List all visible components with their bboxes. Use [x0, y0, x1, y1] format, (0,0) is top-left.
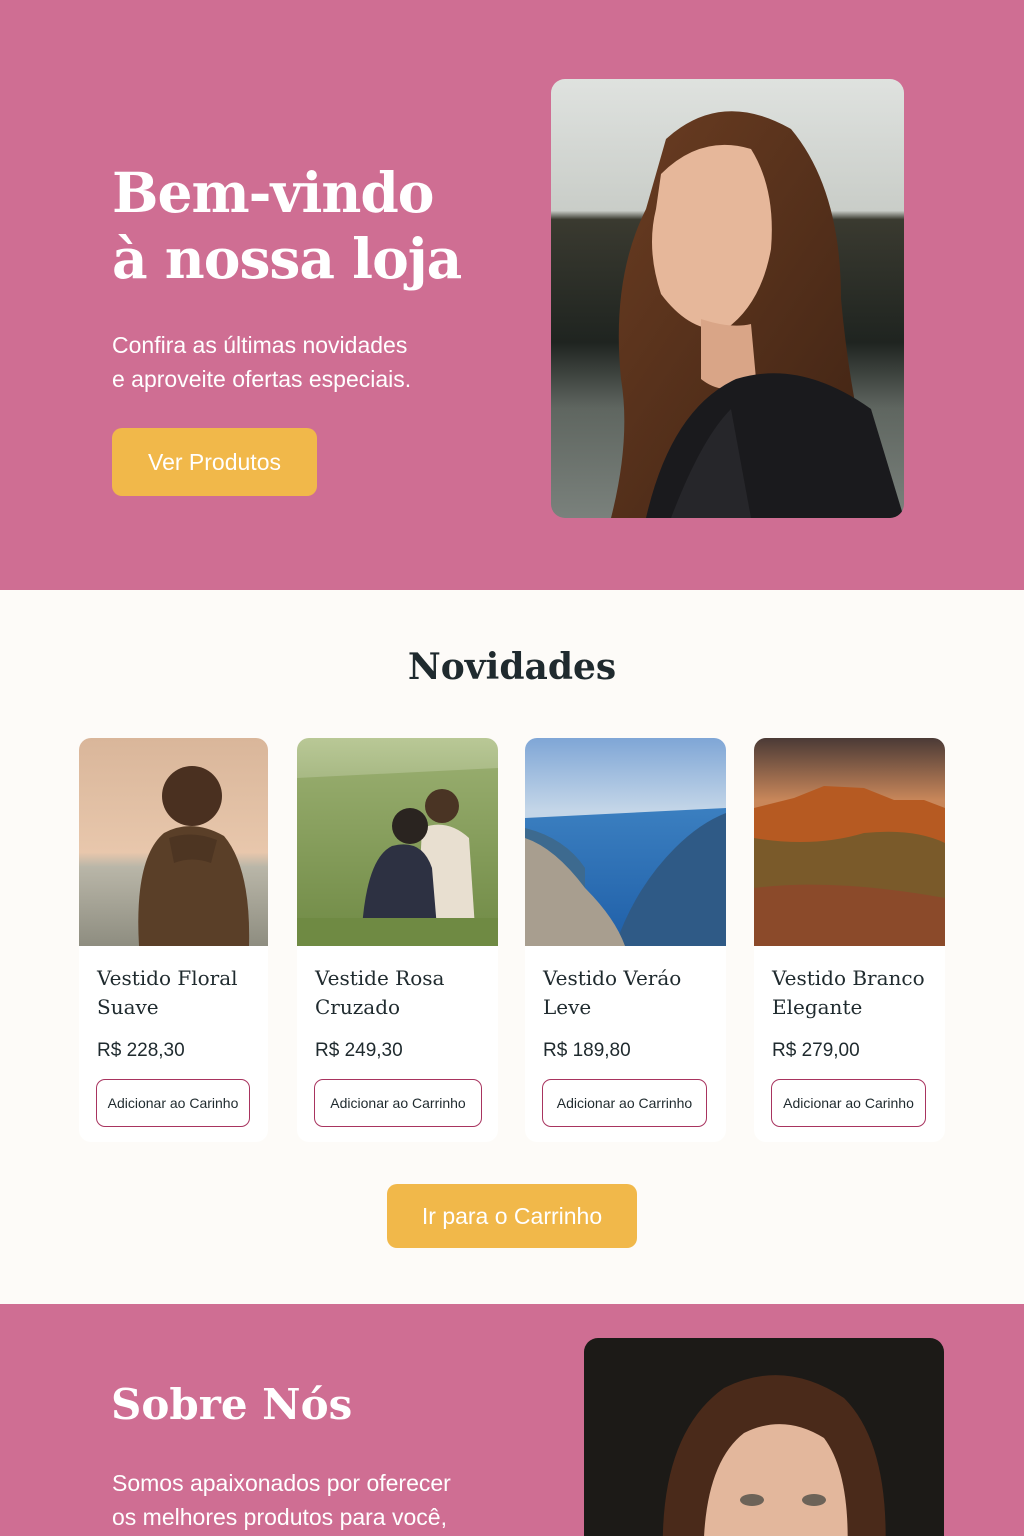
about-text-line1: Somos apaixonados por oferecer: [112, 1470, 451, 1496]
product-name-line2: Leve: [543, 995, 592, 1019]
hero-title: Bem-vindo à nossa loja: [112, 160, 512, 292]
product-name-line1: Vestido Veráo: [543, 966, 682, 990]
hero-title-line2: à nossa loja: [112, 226, 462, 291]
go-to-cart-button[interactable]: Ir para o Carrinho: [387, 1184, 637, 1248]
product-card: Vestido Veráo Leve R$ 189,80 Adicionar a…: [525, 738, 726, 1142]
news-section-title: Novidades: [407, 646, 617, 688]
product-name-line2: Suave: [97, 995, 159, 1019]
hero-section: Bem-vindo à nossa loja Confira as última…: [0, 0, 1024, 590]
hero-title-line1: Bem-vindo: [112, 160, 434, 225]
product-name: Vestido Veráo Leve: [543, 964, 713, 1022]
product-price: R$ 279,00: [772, 1040, 860, 1061]
about-text: Somos apaixonados por oferecer os melhor…: [112, 1466, 492, 1534]
product-image-woman-sea: [79, 738, 268, 946]
product-name: Vestide Rosa Cruzado: [315, 964, 485, 1022]
add-to-cart-button[interactable]: Adicionar ao Carrinho: [542, 1079, 707, 1127]
product-name-line2: Cruzado: [315, 995, 401, 1019]
add-to-cart-button[interactable]: Adicionar ao Carrinho: [314, 1079, 482, 1127]
product-price: R$ 249,30: [315, 1040, 403, 1061]
about-title: Sobre Nós: [111, 1380, 353, 1429]
product-card: Vestido Floral Suave R$ 228,30 Adicionar…: [79, 738, 268, 1142]
product-price: R$ 228,30: [97, 1040, 185, 1061]
product-name-line1: Vestide Rosa: [315, 966, 445, 990]
add-to-cart-button[interactable]: Adicionar ao Carinho: [96, 1079, 250, 1127]
product-image-fjord: [525, 738, 726, 946]
product-name-line2: Elegante: [772, 995, 863, 1019]
about-section: Sobre Nós Somos apaixonados por oferecer…: [0, 1304, 1024, 1536]
product-name-line1: Vestido Floral: [97, 966, 238, 990]
about-text-line2: os melhores produtos para você,: [112, 1504, 447, 1530]
hero-subtitle-line1: Confira as últimas novidades: [112, 332, 408, 358]
hero-woman-photo: [551, 79, 904, 518]
product-card: Vestido Branco Elegante R$ 279,00 Adicio…: [754, 738, 945, 1142]
product-name: Vestido Branco Elegante: [772, 964, 942, 1022]
hero-subtitle: Confira as últimas novidades e aproveite…: [112, 328, 472, 396]
product-price: R$ 189,80: [543, 1040, 631, 1061]
product-card: Vestide Rosa Cruzado R$ 249,30 Adicionar…: [297, 738, 498, 1142]
add-to-cart-button[interactable]: Adicionar ao Carinho: [771, 1079, 926, 1127]
about-woman-photo: [584, 1338, 944, 1536]
hero-subtitle-line2: e aproveite ofertas especiais.: [112, 366, 412, 392]
product-name-line1: Vestido Branco: [772, 966, 925, 990]
product-image-red-mesa: [754, 738, 945, 946]
view-products-button[interactable]: Ver Produtos: [112, 428, 317, 496]
product-name: Vestido Floral Suave: [97, 964, 267, 1022]
product-image-couple-field: [297, 738, 498, 946]
